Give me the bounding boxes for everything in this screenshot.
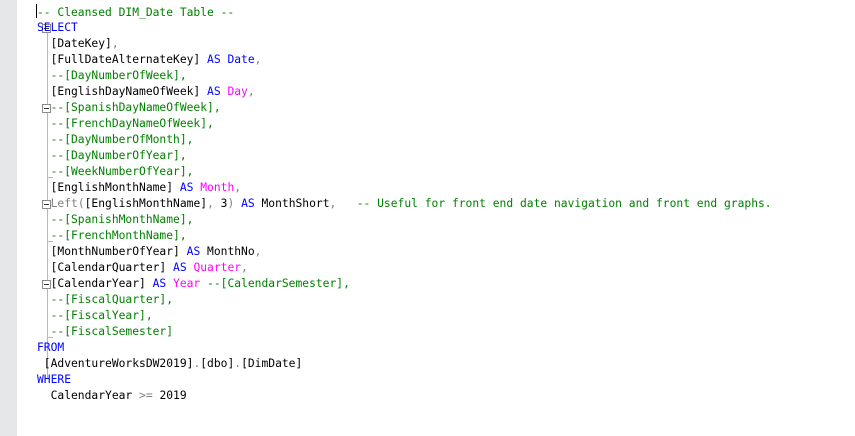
- code-token: --[DayNumberOfYear],: [37, 149, 187, 162]
- code-token: -- Useful for front end date navigation …: [336, 197, 772, 210]
- code-line[interactable]: --[FiscalQuarter],: [37, 292, 855, 308]
- code-token: ,: [254, 245, 262, 258]
- code-token: Left: [37, 197, 78, 210]
- code-token: [DimDate]: [241, 357, 303, 370]
- code-token: [CalendarYear]: [37, 277, 153, 290]
- code-token: --[DayNumberOfMonth],: [37, 133, 194, 146]
- line-gutter: [0, 0, 17, 436]
- code-line[interactable]: [CalendarYear] AS Year --[CalendarSemest…: [37, 276, 855, 292]
- code-token: >=: [139, 389, 153, 402]
- code-token: [MonthNumberOfYear]: [37, 245, 187, 258]
- code-line[interactable]: --[FrenchMonthName],: [37, 228, 855, 244]
- code-token: 2019: [152, 389, 187, 402]
- code-token: AS: [241, 197, 262, 210]
- code-token: ,: [247, 85, 255, 98]
- code-line[interactable]: SELECT: [37, 20, 855, 36]
- code-token: [DateKey]: [37, 37, 112, 50]
- code-line[interactable]: [FullDateAlternateKey] AS Date,: [37, 52, 855, 68]
- code-token: --[WeekNumberOfYear],: [37, 165, 194, 178]
- code-line[interactable]: --[FiscalYear],: [37, 308, 855, 324]
- code-line[interactable]: [CalendarQuarter] AS Quarter,: [37, 260, 855, 276]
- code-line[interactable]: --[FiscalSemester]: [37, 324, 855, 340]
- code-token: --[DayNumberOfWeek],: [37, 69, 187, 82]
- code-token: --[FiscalQuarter],: [37, 293, 174, 306]
- code-token: -- Cleansed DIM_Date Table --: [37, 6, 235, 19]
- code-token: Day: [227, 85, 248, 98]
- code-line[interactable]: -- Cleansed DIM_Date Table --: [36, 4, 855, 20]
- code-line[interactable]: [EnglishDayNameOfWeek] AS Day,: [37, 84, 855, 100]
- code-line[interactable]: [EnglishMonthName] AS Month,: [37, 180, 855, 196]
- code-token: --[FiscalYear],: [37, 309, 153, 322]
- code-token: AS: [152, 277, 174, 290]
- code-token: AS: [179, 181, 201, 194]
- code-token: ,: [254, 53, 262, 66]
- code-token: MonthShort: [261, 197, 330, 210]
- code-line[interactable]: --[WeekNumberOfYear],: [37, 164, 855, 180]
- code-token: --[FrenchDayNameOfWeek],: [37, 117, 214, 130]
- code-token: MonthNo: [207, 245, 255, 258]
- code-token: AS: [186, 245, 208, 258]
- code-token: Quarter: [193, 261, 242, 274]
- code-token: AS: [207, 85, 228, 98]
- code-token: [EnglishMonthName]: [84, 197, 208, 210]
- code-line[interactable]: --[FrenchDayNameOfWeek],: [37, 116, 855, 132]
- code-token: Month: [200, 181, 235, 194]
- code-line[interactable]: --[SpanishDayNameOfWeek],: [37, 100, 855, 116]
- code-line[interactable]: --[DayNumberOfYear],: [37, 148, 855, 164]
- code-token: --[SpanishMonthName],: [37, 213, 194, 226]
- outline-margin: [17, 0, 53, 436]
- code-token: ): [227, 197, 242, 210]
- code-line[interactable]: --[SpanishMonthName],: [37, 212, 855, 228]
- code-token: [dbo]: [200, 357, 235, 370]
- code-line[interactable]: CalendarYear >= 2019: [37, 388, 855, 404]
- code-token: CalendarYear: [37, 389, 140, 402]
- code-token: [AdventureWorksDW2019]: [37, 357, 194, 370]
- code-line[interactable]: [MonthNumberOfYear] AS MonthNo,: [37, 244, 855, 260]
- code-token: Date: [227, 53, 255, 66]
- code-line[interactable]: --[DayNumberOfWeek],: [37, 68, 855, 84]
- code-line[interactable]: [AdventureWorksDW2019].[dbo].[DimDate]: [37, 356, 855, 372]
- code-token: ,: [111, 37, 119, 50]
- code-token: [EnglishDayNameOfWeek]: [37, 85, 208, 98]
- code-token: --[CalendarSemester],: [200, 277, 350, 290]
- code-token: --[FrenchMonthName],: [37, 229, 187, 242]
- sql-query-editor[interactable]: -- Cleansed DIM_Date Table -- SELECT [Dat…: [0, 0, 855, 436]
- code-token: Year: [173, 277, 201, 290]
- code-token: [FullDateAlternateKey]: [37, 53, 208, 66]
- code-token: FROM: [37, 341, 65, 354]
- code-token: --[SpanishDayNameOfWeek],: [37, 101, 221, 114]
- code-token: [EnglishMonthName]: [37, 181, 180, 194]
- code-token: (: [77, 197, 85, 210]
- code-token: ,: [207, 197, 221, 210]
- code-token: [CalendarQuarter]: [37, 261, 174, 274]
- code-token: SELECT: [37, 21, 78, 34]
- code-area[interactable]: -- Cleansed DIM_Date Table -- SELECT [Dat…: [36, 4, 855, 404]
- code-token: WHERE: [37, 373, 72, 386]
- code-line[interactable]: Left([EnglishMonthName], 3) AS MonthShor…: [37, 196, 855, 212]
- code-line[interactable]: [DateKey],: [37, 36, 855, 52]
- code-token: --[FiscalSemester]: [37, 325, 174, 338]
- code-token: ,: [241, 261, 248, 274]
- code-token: AS: [173, 261, 194, 274]
- code-line[interactable]: --[DayNumberOfMonth],: [37, 132, 855, 148]
- code-line[interactable]: FROM: [37, 340, 855, 356]
- code-line[interactable]: WHERE: [37, 372, 855, 388]
- code-token: AS: [207, 53, 228, 66]
- code-token: ,: [234, 181, 242, 194]
